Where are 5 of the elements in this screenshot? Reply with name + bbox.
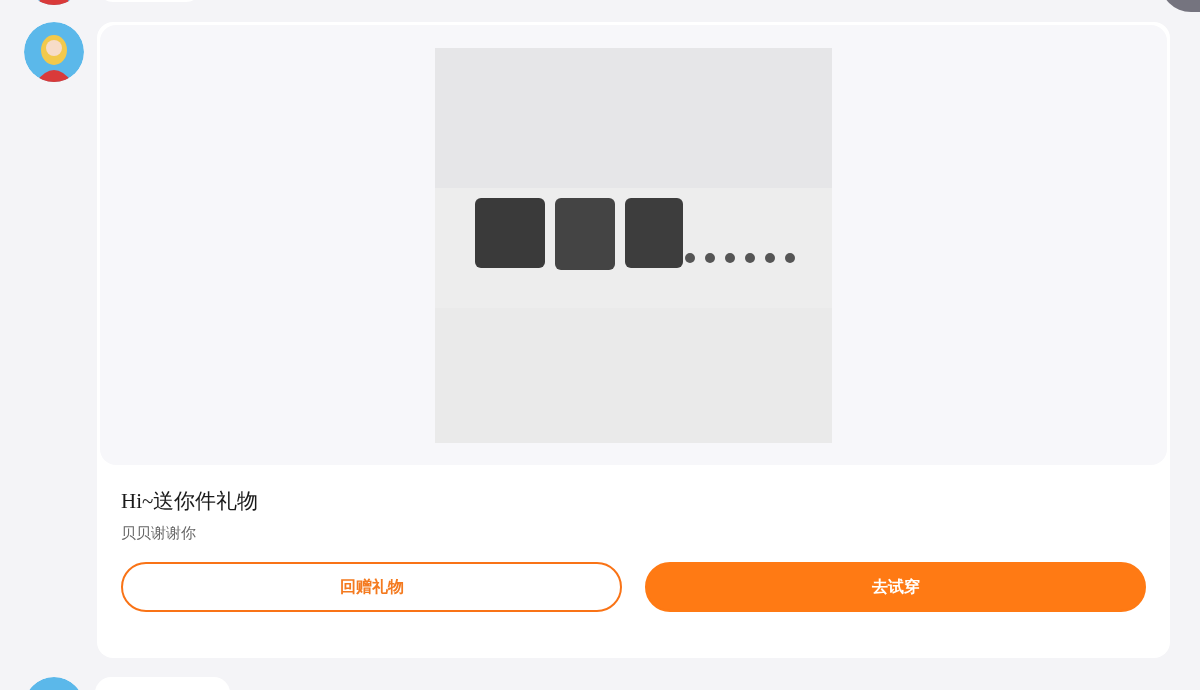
try-on-button[interactable]: 去试穿: [645, 562, 1146, 612]
return-gift-button[interactable]: 回赠礼物: [121, 562, 622, 612]
card-subtitle: 贝贝谢谢你: [121, 523, 197, 544]
avatar-icon: [24, 22, 84, 82]
card-title: Hi~送你件礼物: [121, 488, 260, 515]
